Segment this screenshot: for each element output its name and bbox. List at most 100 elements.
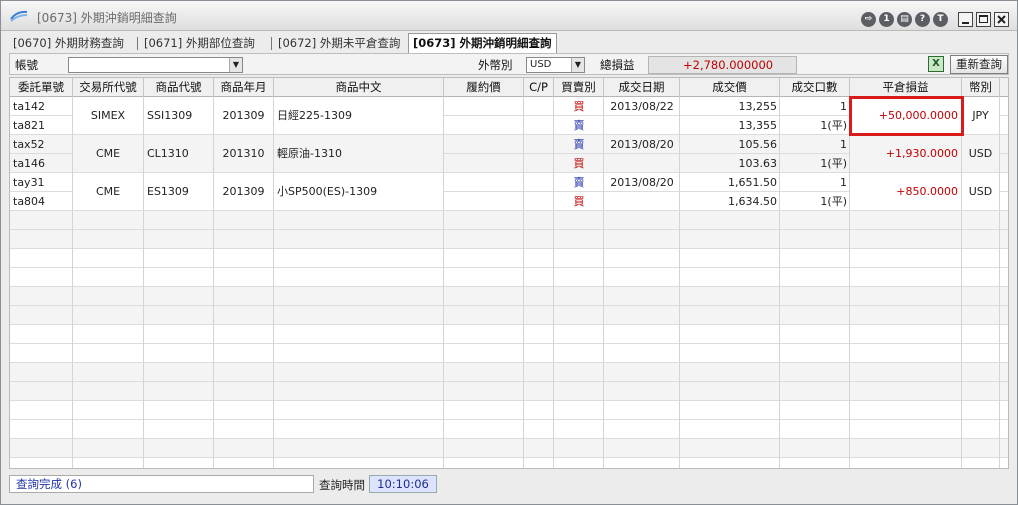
cell-ym: 201309 (214, 97, 273, 134)
app-window: [0673] 外期沖銷明細查詢 ⇨ 1 ▤? T [0670] 外期財務查詢 [067… (0, 0, 1018, 505)
close-button[interactable] (994, 12, 1009, 27)
cell-qty: 1(平) (820, 119, 847, 132)
excel-export-button[interactable]: X (928, 56, 944, 72)
empty-row (10, 344, 1008, 363)
cell-qty: 1(平) (820, 195, 847, 208)
dropdown-arrow-icon: ▼ (571, 58, 584, 72)
grid-line (553, 97, 554, 468)
highlight-box (849, 96, 964, 136)
grid-line (679, 97, 680, 468)
help-icon[interactable]: ? (915, 12, 930, 27)
currency-value: USD (530, 59, 552, 70)
column-header[interactable]: 交易所代號 (73, 78, 144, 97)
cell-strike (444, 154, 524, 173)
info-icon[interactable]: 1 (879, 12, 894, 27)
cell-pl: +1,930.0000 (850, 135, 961, 172)
minimize-button[interactable] (958, 12, 973, 27)
column-header[interactable]: 委託單號 (10, 78, 73, 97)
maximize-button[interactable] (976, 12, 991, 27)
currency-label: 外幣別 (478, 58, 513, 72)
cell-cur: JPY (962, 97, 999, 134)
empty-row (10, 439, 1008, 458)
column-header[interactable]: 成交日期 (604, 78, 680, 97)
grid-line (603, 97, 604, 468)
grid-line (779, 97, 780, 468)
app-logo-icon (10, 10, 28, 22)
cell-exch: CME (73, 173, 143, 210)
column-header[interactable]: 成交口數 (780, 78, 850, 97)
tab-0672[interactable]: [0672] 外期未平倉查詢 (274, 34, 404, 52)
cell-pl: +850.0000 (850, 173, 961, 210)
cell-order: tay31 (13, 176, 45, 189)
requery-button[interactable]: 重新查詢 (950, 55, 1008, 74)
empty-row (10, 211, 1008, 230)
cell-exch: CME (73, 135, 143, 172)
cell-side: 賣 (573, 138, 585, 151)
column-header[interactable]: 商品中文 (274, 78, 444, 97)
cell-cp (524, 116, 554, 135)
excel-icon: X (932, 58, 940, 69)
column-header[interactable]: 商品年月 (214, 78, 274, 97)
empty-row (10, 382, 1008, 401)
cell-order: ta146 (13, 157, 46, 170)
export-icon[interactable]: ⇨ (861, 12, 876, 27)
column-header[interactable]: 幣別 (962, 78, 1000, 97)
cell-code: SSI1309 (144, 97, 213, 134)
cell-side: 買 (573, 157, 585, 170)
empty-row (10, 230, 1008, 249)
cell-name: 日經225-1309 (274, 97, 443, 134)
t-icon[interactable]: T (933, 12, 948, 27)
cell-strike (444, 192, 524, 211)
cell-strike (444, 97, 524, 116)
empty-row (10, 401, 1008, 420)
tab-0670[interactable]: [0670] 外期財務查詢 (9, 34, 128, 52)
column-header[interactable]: 成交價 (680, 78, 780, 97)
title-bar: [0673] 外期沖銷明細查詢 ⇨ 1 ▤? T (1, 1, 1017, 31)
cell-ym: 201309 (214, 173, 273, 210)
cell-side: 賣 (573, 176, 585, 189)
empty-row (10, 287, 1008, 306)
cell-cp (524, 173, 554, 192)
account-select[interactable]: ▼ (68, 57, 243, 73)
total-pl-field: +2,780.000000 (648, 56, 797, 74)
tab-0671[interactable]: [0671] 外期部位查詢 (140, 34, 259, 52)
currency-select[interactable]: USD ▼ (526, 57, 585, 73)
column-header[interactable]: 買賣別 (554, 78, 604, 97)
cell-cp (524, 135, 554, 154)
cell-order: ta142 (13, 100, 46, 113)
cell-side: 買 (573, 100, 585, 113)
column-header[interactable]: C/P (524, 78, 554, 97)
cell-qty: 1 (840, 138, 847, 151)
grid-line (999, 97, 1000, 468)
column-header[interactable]: 商品代號 (144, 78, 214, 97)
account-label: 帳號 (15, 58, 38, 72)
column-header[interactable]: 履約價 (444, 78, 524, 97)
cell-qty: 1(平) (820, 157, 847, 170)
column-header[interactable]: 平倉損益 (850, 78, 962, 97)
empty-row (10, 325, 1008, 344)
empty-row (10, 420, 1008, 439)
cell-date (604, 116, 680, 135)
cell-code: CL1310 (144, 135, 213, 172)
cell-name: 小SP500(ES)-1309 (274, 173, 443, 210)
window-title: [0673] 外期沖銷明細查詢 (37, 11, 177, 25)
query-time-label: 查詢時間 (319, 478, 365, 492)
close-icon (997, 15, 1006, 24)
tab-0673[interactable]: [0673] 外期沖銷明細查詢 (408, 33, 557, 53)
tab-separator (137, 37, 138, 50)
print-icon[interactable]: ▤ (897, 12, 912, 27)
status-message: 查詢完成 (6) (9, 475, 314, 493)
total-pl-label: 總損益 (600, 58, 635, 72)
cell-date: 2013/08/20 (610, 138, 674, 151)
cell-date (604, 154, 680, 173)
dropdown-arrow-icon: ▼ (229, 58, 242, 72)
tab-bar: [0670] 外期財務查詢 [0671] 外期部位查詢 [0672] 外期未平倉… (9, 33, 1009, 53)
cell-qty: 1 (840, 176, 847, 189)
cell-order: tax52 (13, 138, 45, 151)
cell-side: 賣 (573, 119, 585, 132)
cell-strike (444, 135, 524, 154)
grid-line (443, 97, 444, 468)
empty-row (10, 249, 1008, 268)
cell-cur: USD (962, 173, 999, 210)
cell-cp (524, 97, 554, 116)
